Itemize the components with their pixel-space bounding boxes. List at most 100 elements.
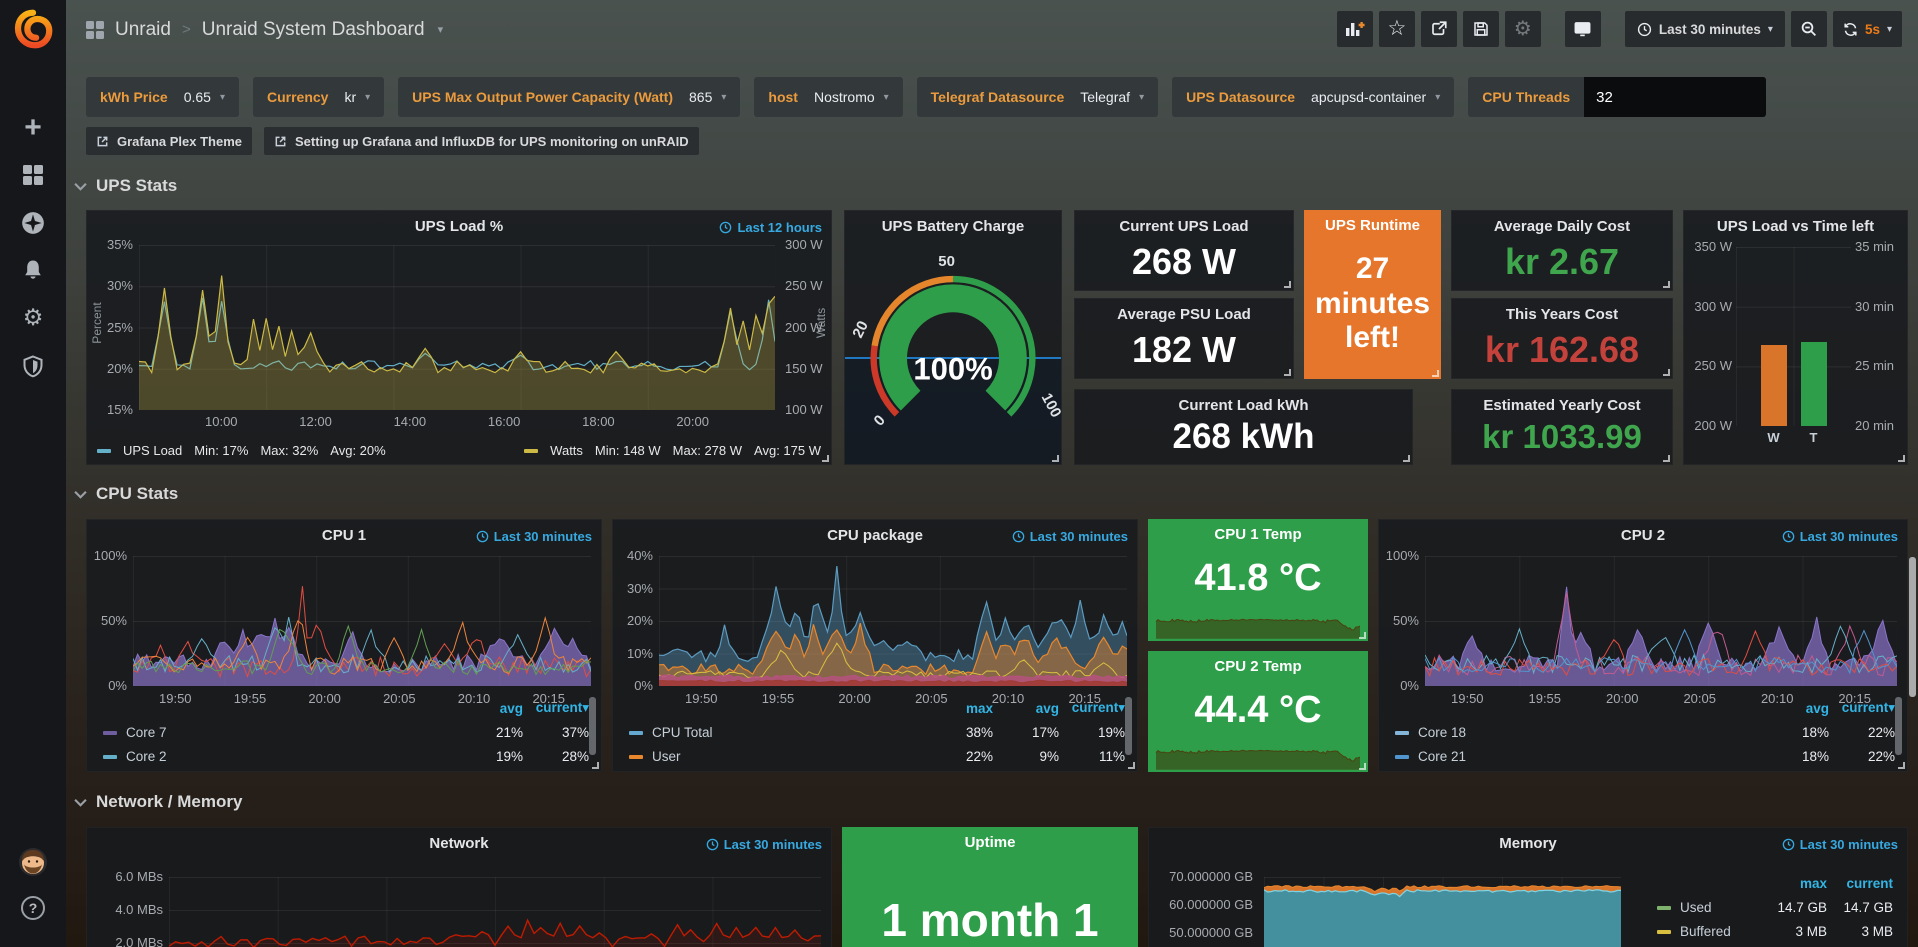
sidebar-item-help[interactable]: ?: [0, 886, 66, 930]
variable-ups-max-output[interactable]: UPS Max Output Power Capacity (Watt) 865: [398, 77, 740, 117]
legend-column-header[interactable]: current▾: [1063, 700, 1125, 716]
resize-handle[interactable]: [1663, 369, 1670, 376]
panel-title[interactable]: This Years Cost: [1452, 306, 1672, 323]
resize-handle[interactable]: [1359, 763, 1366, 770]
sidebar-item-alerting[interactable]: [0, 248, 66, 292]
variable-host[interactable]: host Nostromo: [754, 77, 902, 117]
section-network-memory[interactable]: Network / Memory: [74, 792, 242, 812]
legend-scrollbar[interactable]: [589, 697, 596, 755]
resize-handle[interactable]: [1403, 455, 1410, 462]
legend-series[interactable]: Core 18: [1395, 725, 1763, 740]
plot-area[interactable]: [1425, 556, 1897, 686]
legend-column-header[interactable]: avg: [1767, 701, 1829, 716]
apps-icon[interactable]: [86, 21, 104, 39]
cycle-view-mode-button[interactable]: [1565, 11, 1601, 47]
legend-series[interactable]: User: [629, 749, 927, 764]
resize-handle[interactable]: [1898, 455, 1905, 462]
sidebar-item-configuration[interactable]: [0, 296, 66, 340]
resize-handle[interactable]: [1663, 455, 1670, 462]
variable-kwh-price[interactable]: kWh Price 0.65: [86, 77, 239, 117]
resize-handle[interactable]: [1284, 369, 1291, 376]
panel-time-range[interactable]: Last 30 minutes: [1782, 837, 1898, 852]
cpu-threads-input[interactable]: 32: [1584, 77, 1766, 117]
zoom-out-button[interactable]: [1791, 11, 1827, 47]
legend-column-header[interactable]: avg: [461, 701, 523, 716]
panel-title[interactable]: Current UPS Load: [1075, 218, 1293, 235]
dashboard-settings-button[interactable]: [1505, 11, 1541, 47]
plot-area[interactable]: [169, 877, 821, 947]
legend-scrollbar[interactable]: [1895, 697, 1902, 755]
legend-column-header[interactable]: current▾: [527, 700, 589, 716]
variable-telegraf-datasource[interactable]: Telegraf Datasource Telegraf: [917, 77, 1158, 117]
sidebar-item-server-admin[interactable]: [0, 344, 66, 388]
legend-series[interactable]: Buffered: [1657, 924, 1761, 939]
variable-currency[interactable]: Currency kr: [253, 77, 384, 117]
panel-title[interactable]: UPS Battery Charge: [845, 218, 1061, 235]
page-scrollbar[interactable]: [1909, 557, 1916, 697]
legend-column-header[interactable]: max: [931, 701, 993, 716]
resize-handle[interactable]: [1432, 370, 1439, 377]
panel-time-range[interactable]: Last 12 hours: [719, 220, 822, 235]
variable-value[interactable]: kr: [344, 89, 356, 105]
add-panel-button[interactable]: [1337, 11, 1373, 47]
panel-title[interactable]: UPS Load vs Time left: [1684, 218, 1907, 235]
time-range-picker[interactable]: Last 30 minutes: [1625, 11, 1785, 47]
resize-handle[interactable]: [1052, 455, 1059, 462]
link-ups-monitoring-guide[interactable]: Setting up Grafana and InfluxDB for UPS …: [264, 127, 699, 155]
resize-handle[interactable]: [592, 762, 599, 769]
panel-title[interactable]: CPU 2 Temp: [1148, 658, 1368, 675]
section-cpu-stats[interactable]: CPU Stats: [74, 484, 178, 504]
panel-title[interactable]: CPU 1 Temp: [1148, 526, 1368, 543]
panel-time-range[interactable]: Last 30 minutes: [476, 529, 592, 544]
panel-title[interactable]: Average Daily Cost: [1452, 218, 1672, 235]
panel-title[interactable]: Estimated Yearly Cost: [1452, 397, 1672, 414]
sidebar-item-profile[interactable]: [0, 840, 66, 884]
legend-column-header[interactable]: current▾: [1833, 700, 1895, 716]
grafana-logo[interactable]: [13, 8, 53, 52]
resize-handle[interactable]: [1359, 632, 1366, 639]
bar-chart[interactable]: [1736, 247, 1851, 426]
variable-ups-datasource[interactable]: UPS Datasource apcupsd-container: [1172, 77, 1454, 117]
legend-series[interactable]: CPU Total: [629, 725, 927, 740]
link-grafana-plex-theme[interactable]: Grafana Plex Theme: [86, 127, 252, 155]
plot-area[interactable]: [1264, 877, 1621, 947]
variable-value[interactable]: 865: [689, 89, 712, 105]
resize-handle[interactable]: [1898, 762, 1905, 769]
plot-area[interactable]: [659, 556, 1127, 686]
resize-handle[interactable]: [1663, 281, 1670, 288]
legend-series[interactable]: Core 2: [103, 749, 457, 764]
section-ups-stats[interactable]: UPS Stats: [74, 176, 177, 196]
legend-series[interactable]: Core 7: [103, 725, 457, 740]
sidebar-item-explore[interactable]: [0, 201, 66, 245]
panel-time-range[interactable]: Last 30 minutes: [1012, 529, 1128, 544]
resize-handle[interactable]: [1128, 762, 1135, 769]
panel-time-range[interactable]: Last 30 minutes: [706, 837, 822, 852]
legend-column-header[interactable]: current: [1831, 876, 1893, 891]
variable-value[interactable]: 0.65: [184, 89, 211, 105]
panel-time-range[interactable]: Last 30 minutes: [1782, 529, 1898, 544]
legend-series[interactable]: Core 21: [1395, 749, 1763, 764]
legend-series[interactable]: Watts: [550, 443, 583, 458]
star-dashboard-button[interactable]: [1379, 11, 1415, 47]
page-title[interactable]: Unraid System Dashboard: [202, 19, 425, 41]
legend-column-header[interactable]: max: [1765, 876, 1827, 891]
variable-value[interactable]: apcupsd-container: [1311, 89, 1426, 105]
breadcrumb-folder[interactable]: Unraid: [115, 19, 171, 41]
legend-series[interactable]: Used: [1657, 900, 1761, 915]
panel-title[interactable]: Current Load kWh: [1075, 397, 1412, 414]
variable-value[interactable]: Telegraf: [1080, 89, 1130, 105]
panel-title[interactable]: Uptime: [842, 834, 1138, 851]
variable-value[interactable]: Nostromo: [814, 89, 875, 105]
resize-handle[interactable]: [822, 455, 829, 462]
legend-scrollbar[interactable]: [1125, 697, 1132, 755]
chevron-down-icon[interactable]: [438, 23, 444, 36]
sidebar-item-dashboards[interactable]: [0, 153, 66, 197]
legend-column-header[interactable]: avg: [997, 701, 1059, 716]
panel-title[interactable]: Average PSU Load: [1075, 306, 1293, 323]
share-dashboard-button[interactable]: [1421, 11, 1457, 47]
save-dashboard-button[interactable]: [1463, 11, 1499, 47]
sidebar-item-create[interactable]: [0, 106, 66, 150]
refresh-picker[interactable]: 5s: [1833, 11, 1902, 47]
legend-series[interactable]: UPS Load: [123, 443, 182, 458]
plot-area[interactable]: [139, 245, 775, 410]
